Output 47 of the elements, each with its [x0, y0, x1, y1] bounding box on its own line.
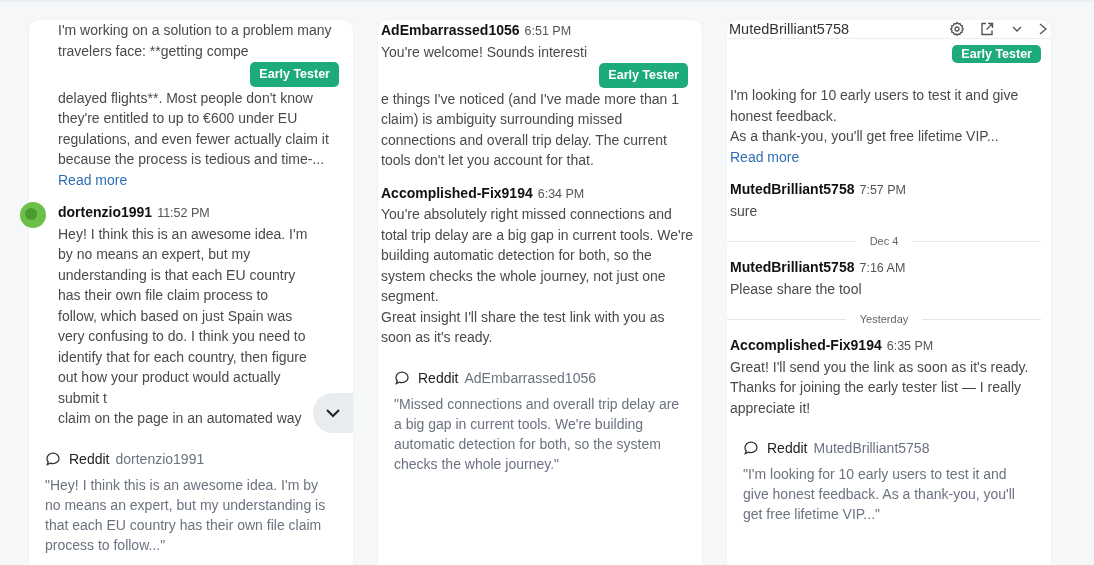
- message-time: 7:16 AM: [859, 260, 906, 277]
- close-icon[interactable]: [1039, 21, 1047, 37]
- chat-title: MutedBrilliant5758: [729, 21, 850, 37]
- scroll-down-button[interactable]: [313, 392, 353, 433]
- message-text: You're welcome! Sounds interesti: [381, 42, 589, 62]
- author-name: dortenzio1991: [58, 203, 153, 222]
- early-tester-badge: Early Tester: [250, 62, 339, 87]
- source-name: Reddit: [767, 440, 808, 456]
- chevron-down-icon: [326, 407, 340, 418]
- settings-icon[interactable]: [949, 21, 965, 37]
- source-name: Reddit: [69, 450, 110, 467]
- source-author: dortenzio1991: [115, 450, 205, 467]
- message-time: 6:34 PM: [537, 185, 585, 203]
- early-tester-badge: Early Tester: [952, 45, 1041, 63]
- message-text: delayed flights**. Most people don't know they're entitled to up to €600 under EU regulations, and even fewer actually claim it because the process is tedious and time-...: [58, 88, 330, 169]
- message-text: You're absolutely right missed connections and total trip delay are a big gap in current tools. We're building automatic detection for both, so the system checks the whole journey, not just one segment. Great insight I'll share the test link with you as soon as it's ready.: [381, 205, 695, 347]
- read-more-link[interactable]: Read more: [58, 169, 128, 190]
- message-time: 7:57 PM: [859, 182, 907, 199]
- author-name: MutedBrilliant5758: [730, 258, 855, 277]
- comment-icon: [45, 450, 61, 467]
- early-tester-badge: Early Tester: [599, 63, 688, 88]
- message-time: 11:52 PM: [157, 205, 210, 222]
- quote-text: "Missed connections and overall trip delay are a big gap in current tools. We're building automatic detection for both, so the system checks the whole journey.": [394, 394, 681, 474]
- message-time: 6:51 PM: [524, 23, 572, 40]
- source-author: AdEmbarrassed1056: [464, 369, 596, 386]
- message-text: claim on the page in an automated way: [58, 409, 303, 428]
- comment-icon: [743, 440, 759, 456]
- source-author: MutedBrilliant5758: [813, 440, 930, 456]
- message-time: 6:35 PM: [886, 338, 934, 355]
- date-divider: Dec 4: [869, 235, 899, 247]
- message-text: Please share the tool: [730, 279, 863, 299]
- comment-icon: [394, 369, 410, 386]
- message-text: Great! I'll send you the link as soon as it's ready. Thanks for joining the early tester list — I really appreciate it!: [730, 357, 1030, 418]
- date-divider: Yesterday: [859, 313, 909, 325]
- author-name: Accomplished-Fix9194: [730, 336, 882, 355]
- read-more-link[interactable]: Read more: [730, 146, 800, 167]
- external-link-icon[interactable]: [979, 21, 995, 37]
- message-text: I'm working on a solution to a problem many travelers face: **getting compe: [58, 21, 333, 61]
- source-name: Reddit: [418, 369, 459, 386]
- quote-text: "I'm looking for 10 early users to test it and give honest feedback. As a thank-you, you'll get free lifetime VIP...": [743, 465, 1016, 524]
- author-name: MutedBrilliant5758: [730, 180, 855, 199]
- author-name: Accomplished-Fix9194: [381, 183, 533, 203]
- message-text: sure: [730, 201, 759, 221]
- message-text: e things I've noticed (and I've made more than 1 claim) is ambiguity surrounding missed connections and overall trip delay. The current tools don't let you account for that.: [381, 89, 680, 170]
- author-name: AdEmbarrassed1056: [381, 21, 520, 40]
- quote-text: "Hey! I think this is an awesome idea. I'm by no means an expert, but my understanding is that each EU country has their own file claim process to follow...": [45, 475, 327, 555]
- message-text: I'm looking for 10 early users to test it and give honest feedback. As a thank-you, you'll get free lifetime VIP...: [730, 86, 1020, 146]
